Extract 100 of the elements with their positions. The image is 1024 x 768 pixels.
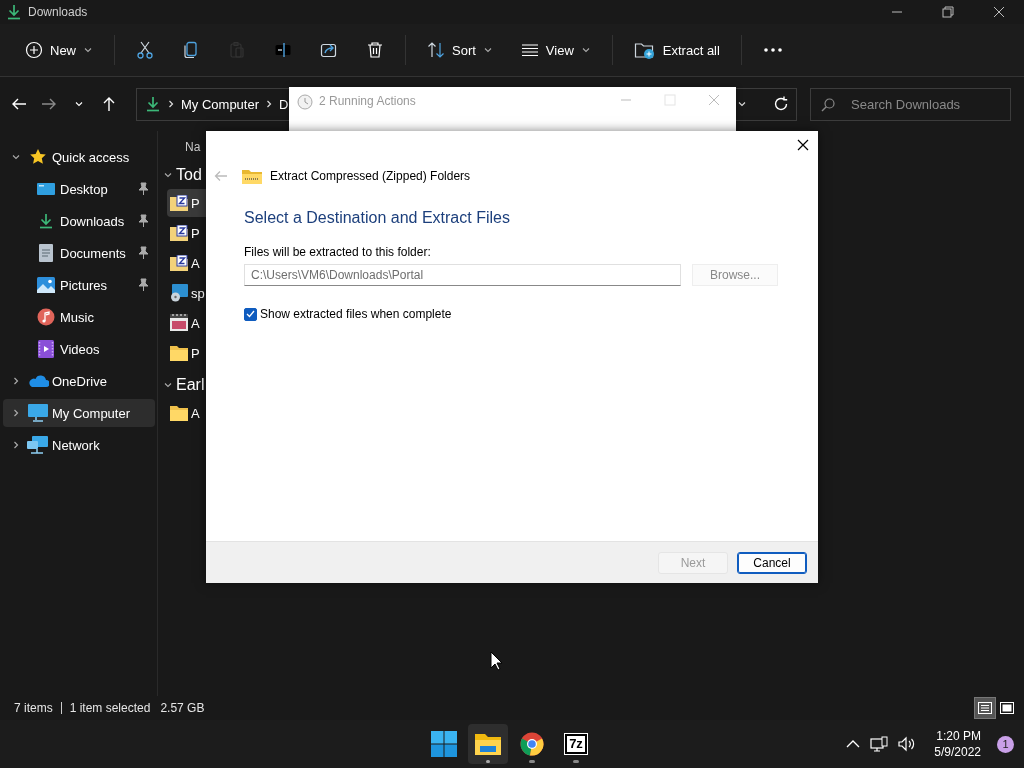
trash-icon: [366, 41, 384, 59]
sidebar-item[interactable]: Downloads: [3, 207, 155, 235]
folder-icon: [170, 345, 188, 361]
chevron-down-icon: [580, 45, 591, 55]
folder-extract-icon: [633, 40, 656, 60]
taskbar-button[interactable]: 7z: [556, 724, 596, 764]
details-view-button[interactable]: [974, 697, 996, 719]
sidebar-item[interactable]: Network: [3, 431, 155, 459]
clock-date: 5/9/2022: [934, 745, 981, 759]
left-arrow-icon: [214, 170, 228, 182]
more-icon: [762, 47, 783, 53]
group-header[interactable]: Tod: [176, 166, 202, 184]
chevron-down-icon: [74, 99, 84, 109]
sidebar-item[interactable]: Pictures: [3, 271, 155, 299]
new-button[interactable]: New: [12, 35, 106, 65]
network-icon: [870, 736, 889, 752]
share-icon: [320, 41, 338, 59]
list-icon: [520, 41, 539, 59]
rename-icon: [274, 41, 292, 59]
chevron-down-icon: [83, 45, 93, 55]
volume-icon: [898, 736, 917, 752]
mouse-cursor-icon: [490, 651, 504, 671]
computer-icon: [28, 404, 48, 422]
network-icon: [27, 436, 49, 454]
windows-logo-icon: [431, 731, 457, 757]
zip-folder-icon: [242, 168, 262, 184]
item-count: 7 items: [14, 702, 54, 714]
sort-icon: [427, 41, 445, 59]
download-icon: [38, 213, 54, 229]
breadcrumb[interactable]: My Computer: [181, 96, 260, 112]
file-row[interactable]: A: [167, 249, 227, 277]
dropdown-icon: [737, 99, 747, 109]
chevron-down-icon: [163, 170, 173, 180]
document-icon: [39, 244, 53, 262]
browser-icon: [520, 732, 544, 756]
file-row[interactable]: A: [167, 399, 227, 427]
progress-window-title: 2 Running Actions: [319, 94, 417, 108]
archiver-icon: 7z: [565, 734, 587, 754]
sort-button[interactable]: Sort: [414, 35, 506, 65]
selection-info: 1 item selected: [60, 702, 161, 714]
chevron-down-icon: [163, 380, 173, 390]
details-icon: [978, 702, 992, 714]
sidebar-item[interactable]: Videos: [3, 335, 155, 363]
desktop-icon: [37, 182, 55, 196]
checkmark-icon: [246, 310, 255, 318]
extract-button[interactable]: Extract all: [620, 34, 733, 66]
column-header[interactable]: Na: [185, 140, 201, 154]
file-row[interactable]: P: [167, 219, 227, 247]
file-row[interactable]: P: [167, 339, 227, 367]
sidebar-item[interactable]: Desktop: [3, 175, 155, 203]
zip-folder-icon: [170, 195, 188, 211]
sidebar-item[interactable]: My Computer: [3, 399, 155, 427]
cloud-icon: [27, 374, 49, 388]
window-title: Downloads: [28, 5, 89, 19]
sidebar-item[interactable]: Music: [3, 303, 155, 331]
pin-icon: [137, 182, 149, 196]
dialog-title: Extract Compressed (Zipped) Folders: [270, 169, 471, 183]
up-arrow-icon: [101, 96, 117, 112]
pin-icon: [137, 246, 149, 260]
download-icon: [6, 4, 22, 20]
right-arrow-icon: [41, 96, 57, 112]
path-field[interactable]: C:\Users\VM6\Downloads\Portal: [244, 264, 681, 286]
left-arrow-icon: [11, 96, 27, 112]
checkbox-label: Show extracted files when complete: [260, 307, 452, 321]
file-row[interactable]: sp: [167, 279, 227, 307]
chevron-right-icon: [11, 376, 21, 386]
copy-icon: [182, 41, 200, 59]
folder-icon: [475, 733, 501, 755]
sidebar-item[interactable]: OneDrive: [3, 367, 155, 395]
video-icon: [38, 340, 54, 358]
music-icon: [37, 308, 55, 326]
chevron-right-icon: [11, 440, 21, 450]
chevron-up-icon: [846, 739, 861, 749]
folder-icon: [170, 405, 188, 421]
clock-icon: [297, 94, 313, 110]
download-icon: [145, 96, 161, 112]
notification-badge[interactable]: 1: [997, 735, 1014, 753]
chevron-right-icon: [166, 99, 176, 109]
picture-icon: [37, 277, 55, 293]
pin-icon: [137, 214, 149, 228]
zip-folder-icon: [170, 225, 188, 241]
close-icon: [797, 139, 809, 151]
scissors-icon: [136, 41, 154, 59]
disc-image-icon: [170, 284, 188, 302]
group-header[interactable]: Earl: [176, 376, 205, 394]
chevron-down-icon: [11, 152, 21, 162]
refresh-icon: [773, 96, 789, 112]
close-icon: [708, 94, 720, 106]
chevron-down-icon: [482, 45, 493, 55]
sidebar-item[interactable]: Documents: [3, 239, 155, 267]
file-row[interactable]: A: [167, 309, 227, 337]
checkbox[interactable]: [244, 307, 257, 321]
view-button[interactable]: View: [507, 35, 604, 65]
breadcrumb[interactable]: D: [279, 96, 289, 112]
dialog-heading: Select a Destination and Extract Files: [244, 209, 511, 227]
video-file-icon: [170, 314, 188, 332]
sidebar-item[interactable]: Quick access: [3, 143, 155, 171]
search-field[interactable]: Search Downloads: [810, 87, 1011, 121]
dialog-button[interactable]: Cancel: [737, 551, 807, 574]
taskbar-button[interactable]: [468, 724, 508, 764]
